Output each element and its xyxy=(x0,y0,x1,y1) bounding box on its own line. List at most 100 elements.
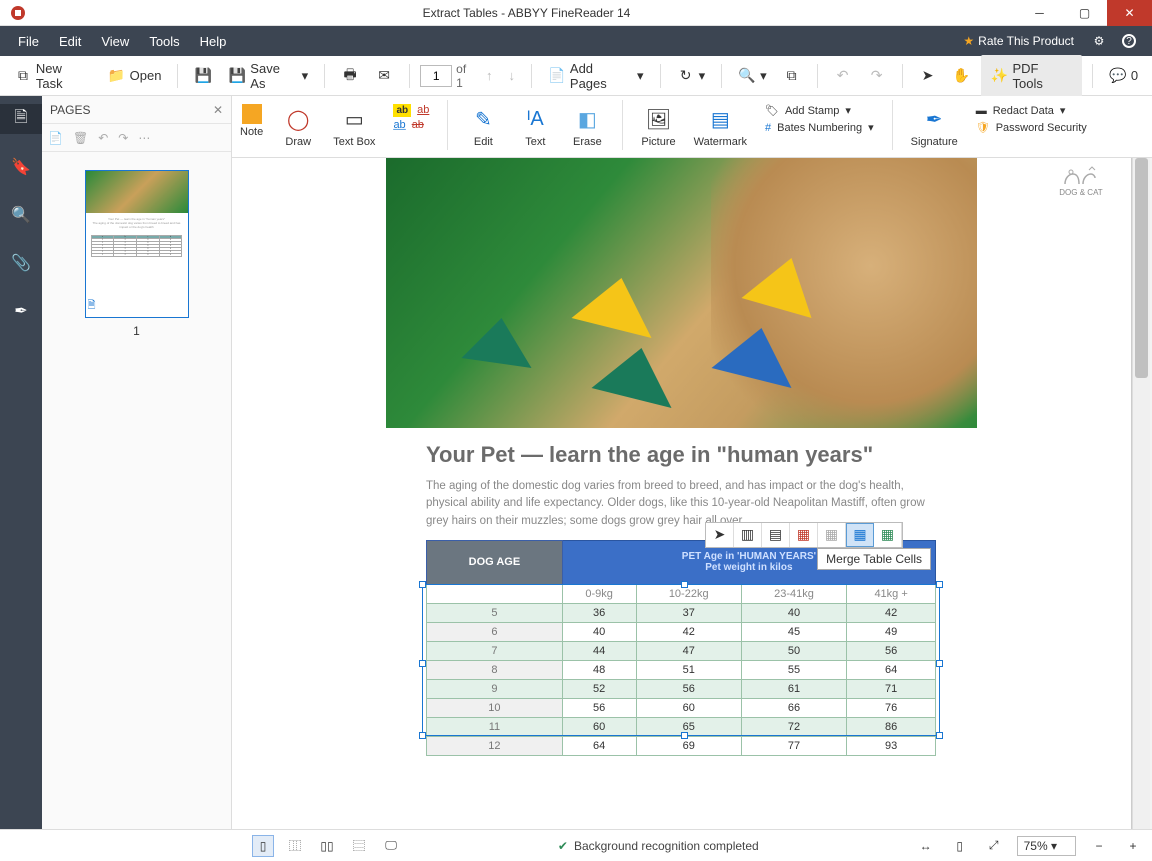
menu-edit[interactable]: Edit xyxy=(49,34,91,49)
rail-signatures-button[interactable]: ✒ xyxy=(0,296,42,326)
pages-panel-close-button[interactable]: ✕ xyxy=(213,103,223,117)
tabletool-splitcol[interactable]: ▥ xyxy=(734,523,762,547)
table-row[interactable]: 1264697793 xyxy=(427,736,936,755)
table-row[interactable]: 952566171 xyxy=(427,679,936,698)
search-page-button[interactable]: 🔍▾ xyxy=(732,63,773,89)
email-button[interactable]: ✉ xyxy=(369,63,399,89)
tabletool-analyze[interactable]: ▦ xyxy=(874,523,902,547)
page-up-button[interactable]: ↑ xyxy=(480,64,499,87)
redo-button[interactable]: ↷ xyxy=(862,63,892,89)
vertical-scrollbar[interactable] xyxy=(1132,158,1150,829)
saveas-button[interactable]: 💾Save As▾ xyxy=(222,57,314,95)
bates-icon: # xyxy=(765,122,771,134)
fit-width-button[interactable]: ↔ xyxy=(915,835,937,857)
zoom-out-button[interactable]: − xyxy=(1088,835,1110,857)
draw-tool[interactable]: ◯Draw xyxy=(281,100,315,148)
table-row[interactable]: 744475056 xyxy=(427,641,936,660)
strike-icon[interactable]: ab xyxy=(412,119,424,131)
stamp-icon: 🏷 xyxy=(765,104,779,117)
document-canvas[interactable]: DOG & CAT Your Pet — learn the age in "h… xyxy=(232,158,1152,829)
table-row[interactable]: 848515564 xyxy=(427,660,936,679)
rotate-button[interactable]: ↻▾ xyxy=(671,63,712,89)
saveas-icon: 💾 xyxy=(228,67,246,85)
bates-label: Bates Numbering xyxy=(777,122,862,134)
help-button[interactable]: ? xyxy=(1114,34,1144,48)
new-task-button[interactable]: ⧉New Task xyxy=(8,57,98,95)
bates-button[interactable]: #Bates Numbering▾ xyxy=(765,121,874,134)
menu-tools[interactable]: Tools xyxy=(139,34,189,49)
underline-icon[interactable]: ab xyxy=(417,104,429,117)
signature-tool[interactable]: ✒Signature xyxy=(911,100,958,148)
menu-help[interactable]: Help xyxy=(190,34,237,49)
close-button[interactable]: ✕ xyxy=(1107,0,1152,26)
rail-search-button[interactable]: 🔍 xyxy=(0,200,42,230)
add-stamp-button[interactable]: 🏷Add Stamp▾ xyxy=(765,104,874,117)
menu-view[interactable]: View xyxy=(91,34,139,49)
hand-tool-button[interactable]: ✋ xyxy=(947,63,977,89)
tabletool-merge[interactable]: ▦ xyxy=(846,523,874,547)
add-page-thumb-button[interactable]: 📄 xyxy=(48,131,63,145)
page-number-input[interactable] xyxy=(420,65,452,87)
comments-button[interactable]: 💬0 xyxy=(1103,63,1144,89)
pointer-icon: ➤ xyxy=(919,67,937,85)
print-icon: 🖶 xyxy=(341,67,359,85)
password-button[interactable]: 🛡Password Security xyxy=(976,121,1087,134)
more-thumb-button[interactable]: ⋯ xyxy=(138,131,150,145)
fit-page-button[interactable]: ▯ xyxy=(949,835,971,857)
actual-size-button[interactable]: ⤢ xyxy=(983,835,1005,857)
rotate-left-button[interactable]: ↶ xyxy=(98,131,108,145)
rotate-right-button[interactable]: ↷ xyxy=(118,131,128,145)
picture-tool[interactable]: 🖼Picture xyxy=(641,100,675,148)
redact-button[interactable]: ▬Redact Data▾ xyxy=(976,104,1087,117)
save-button[interactable]: 💾 xyxy=(188,63,218,89)
watermark-tool[interactable]: ▤Watermark xyxy=(694,100,747,148)
minimize-button[interactable]: ─ xyxy=(1017,0,1062,26)
tabletool-splitcells[interactable]: ▦ xyxy=(818,523,846,547)
pdf-tools-button[interactable]: ✨PDF Tools xyxy=(981,55,1082,97)
scrollbar-thumb[interactable] xyxy=(1135,158,1148,378)
deletecell-icon: ▦ xyxy=(797,526,810,543)
star-icon: ★ xyxy=(963,34,974,48)
undo-button[interactable]: ↶ xyxy=(828,63,858,89)
pointer-tool-button[interactable]: ➤ xyxy=(913,63,943,89)
page-down-button[interactable]: ↓ xyxy=(503,64,522,87)
pet-age-table[interactable]: DOG AGE PET Age in 'HUMAN YEARS' Pet wei… xyxy=(426,540,936,756)
tabletool-delete[interactable]: ▦ xyxy=(790,523,818,547)
add-pages-button[interactable]: 📄Add Pages▾ xyxy=(542,57,650,95)
edit-tool[interactable]: ✎Edit xyxy=(466,100,500,148)
view-singlepage-button[interactable]: ▯ xyxy=(252,835,274,857)
table-row[interactable]: 1160657286 xyxy=(427,717,936,736)
rail-attachments-button[interactable]: 📎 xyxy=(0,248,42,278)
select-area-button[interactable]: ⧉ xyxy=(777,63,807,89)
addpages-label: Add Pages xyxy=(570,61,633,91)
settings-button[interactable]: ⚙ xyxy=(1084,34,1114,48)
tabletool-select[interactable]: ➤ xyxy=(706,523,734,547)
table-row[interactable]: 536374042 xyxy=(427,603,936,622)
mergecells-icon: ▦ xyxy=(853,526,866,543)
text-tool[interactable]: ᴵAText xyxy=(518,100,552,148)
rate-product-button[interactable]: ★ Rate This Product xyxy=(953,34,1084,48)
textbox-tool[interactable]: ▭Text Box xyxy=(333,100,375,148)
zoom-in-button[interactable]: + xyxy=(1122,835,1144,857)
view-twocont-button[interactable]: ⿳ xyxy=(348,835,370,857)
delete-page-button[interactable]: 🗑 xyxy=(73,131,88,145)
tabletool-splitrow[interactable]: ▤ xyxy=(762,523,790,547)
erase-tool[interactable]: ◧Erase xyxy=(570,100,604,148)
open-button[interactable]: 📁Open xyxy=(102,63,168,89)
print-button[interactable]: 🖶 xyxy=(335,63,365,89)
table-row[interactable]: 1056606676 xyxy=(427,698,936,717)
maximize-button[interactable]: ▢ xyxy=(1062,0,1107,26)
rail-pages-button[interactable]: 🗎 xyxy=(0,104,42,134)
highlight-icon[interactable]: ab xyxy=(393,104,411,117)
value-cell: 65 xyxy=(636,717,741,736)
note-tool[interactable]: Note xyxy=(240,100,263,138)
table-row[interactable]: 640424549 xyxy=(427,622,936,641)
rail-bookmarks-button[interactable]: 🔖 xyxy=(0,152,42,182)
view-continuous-button[interactable]: ⿲ xyxy=(284,835,306,857)
view-present-button[interactable]: 🖵 xyxy=(380,835,402,857)
view-twopage-button[interactable]: ▯▯ xyxy=(316,835,338,857)
page-thumbnail-1[interactable]: Your Pet — learn the age in "human years… xyxy=(85,170,189,318)
zoom-select[interactable]: 75% ▾ xyxy=(1017,836,1076,856)
menu-file[interactable]: File xyxy=(8,34,49,49)
insert-text-icon[interactable]: a̲b̲ xyxy=(393,119,405,131)
